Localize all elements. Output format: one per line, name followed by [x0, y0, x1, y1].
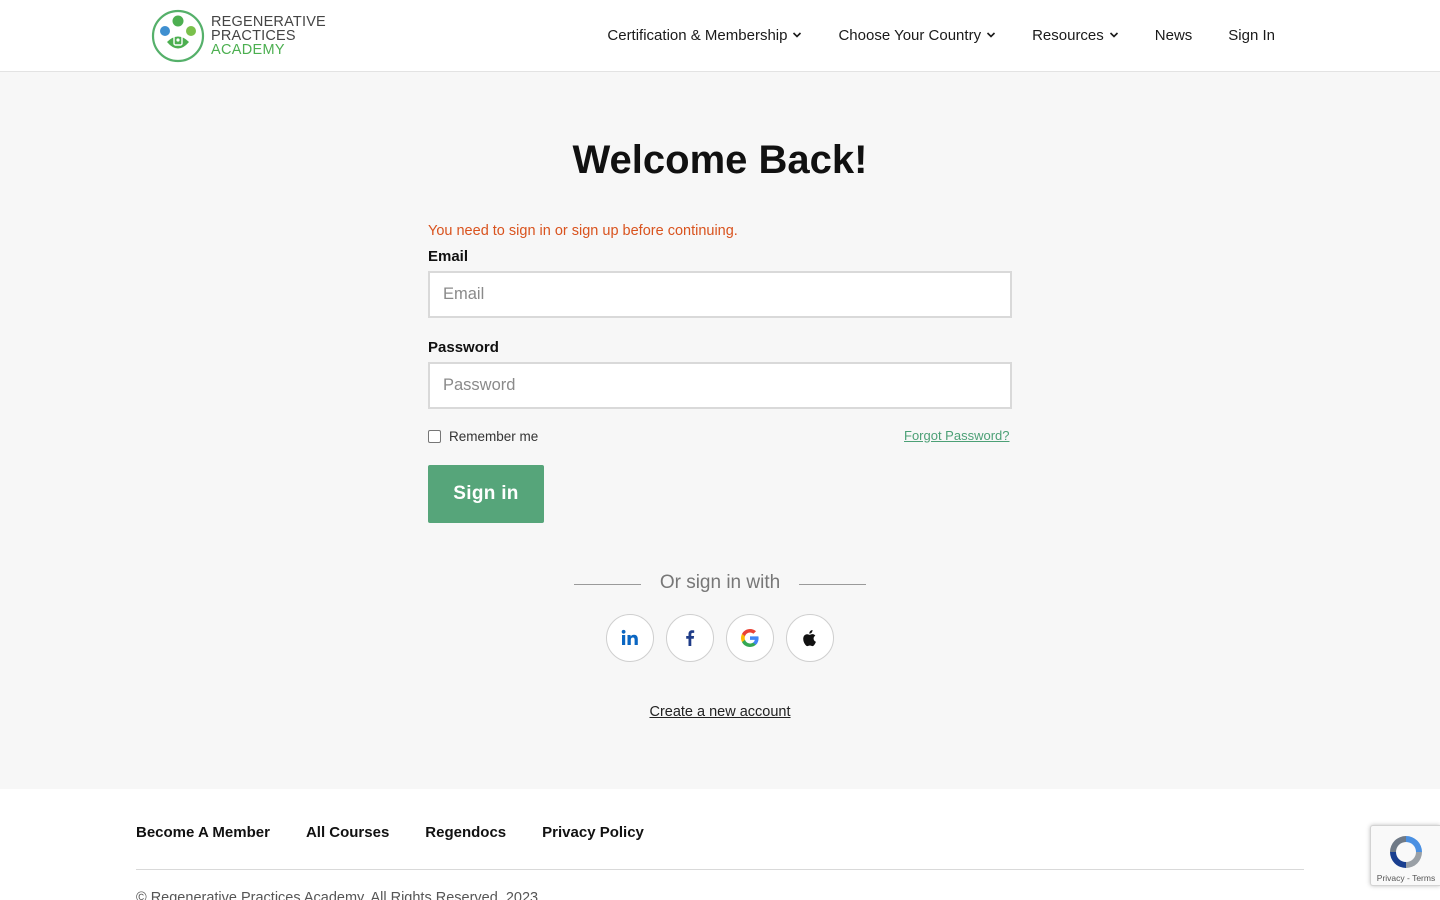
- chevron-down-icon: [793, 32, 802, 38]
- google-icon: [741, 629, 759, 647]
- remember-me-checkbox[interactable]: [428, 430, 441, 443]
- or-sign-in-with-text: Or sign in with: [659, 572, 781, 593]
- footer-links: Become A Member All Courses Regendocs Pr…: [136, 824, 680, 841]
- footer-link-regendocs[interactable]: Regendocs: [425, 824, 506, 841]
- nav-certification-membership[interactable]: Certification & Membership: [607, 27, 802, 44]
- chevron-down-icon: [1109, 32, 1118, 38]
- footer-link-all-courses[interactable]: All Courses: [306, 824, 389, 841]
- logo-icon: [151, 9, 205, 63]
- page-title: Welcome Back!: [572, 138, 868, 182]
- recaptcha-badge[interactable]: Privacy - Terms: [1370, 825, 1440, 886]
- site-logo[interactable]: REGENERATIVE PRACTICES ACADEMY: [151, 8, 326, 64]
- site-footer: Become A Member All Courses Regendocs Pr…: [0, 789, 1440, 900]
- recaptcha-icon: [1390, 836, 1422, 868]
- remember-me-label: Remember me: [449, 429, 539, 444]
- create-account-row: Create a new account: [0, 704, 1440, 720]
- divider-left: [574, 584, 641, 585]
- copyright-text: © Regenerative Practices Academy. All Ri…: [136, 890, 539, 900]
- nav-news[interactable]: News: [1155, 27, 1193, 44]
- logo-line-2: PRACTICES: [211, 28, 296, 44]
- site-header: REGENERATIVE PRACTICES ACADEMY Certifica…: [0, 0, 1440, 72]
- signin-required-notice: You need to sign in or sign up before co…: [428, 223, 738, 239]
- apple-signin-button[interactable]: [786, 614, 834, 662]
- recaptcha-privacy-terms[interactable]: Privacy - Terms: [1371, 873, 1440, 883]
- apple-icon: [803, 630, 816, 647]
- nav-sign-in[interactable]: Sign In: [1228, 27, 1275, 44]
- logo-line-3: ACADEMY: [211, 42, 285, 58]
- remember-me[interactable]: Remember me: [428, 429, 538, 444]
- facebook-signin-button[interactable]: [666, 614, 714, 662]
- nav-choose-your-country[interactable]: Choose Your Country: [838, 27, 996, 44]
- google-signin-button[interactable]: [726, 614, 774, 662]
- footer-link-become-a-member[interactable]: Become A Member: [136, 824, 270, 841]
- email-input[interactable]: [428, 271, 1012, 318]
- email-label: Email: [428, 248, 469, 265]
- divider-right: [799, 584, 866, 585]
- create-account-link[interactable]: Create a new account: [649, 704, 790, 720]
- facebook-icon: [686, 630, 695, 646]
- nav-resources[interactable]: Resources: [1032, 27, 1119, 44]
- main-nav: Certification & Membership Choose Your C…: [607, 0, 1275, 70]
- linkedin-icon: [621, 629, 638, 645]
- footer-link-privacy-policy[interactable]: Privacy Policy: [542, 824, 644, 841]
- chevron-down-icon: [987, 32, 996, 38]
- logo-line-1: REGENERATIVE: [211, 14, 326, 30]
- forgot-password-link[interactable]: Forgot Password?: [904, 428, 1010, 443]
- password-input[interactable]: [428, 362, 1012, 409]
- password-label: Password: [428, 339, 499, 356]
- linkedin-signin-button[interactable]: [606, 614, 654, 662]
- footer-divider: [136, 869, 1304, 870]
- sign-in-button[interactable]: Sign in: [428, 465, 544, 523]
